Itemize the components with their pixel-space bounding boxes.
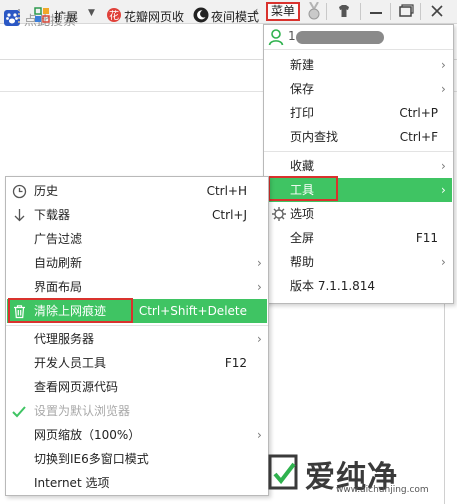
titlebar-divider (420, 3, 421, 20)
minimize-button[interactable] (362, 0, 390, 23)
close-button[interactable] (422, 0, 452, 23)
skin-button[interactable] (330, 0, 358, 23)
menu-item-label: 新建 (290, 58, 315, 72)
menu-item-save[interactable]: 保存 › (265, 77, 452, 101)
menu-item-label: 下载器 (34, 208, 71, 222)
menu-item-help[interactable]: 帮助 › (265, 250, 452, 274)
menu-item-label: 保存 (290, 82, 315, 96)
titlebar-divider (390, 3, 391, 20)
account-initial[interactable]: 1 (288, 29, 296, 43)
chevron-right-icon: › (441, 159, 446, 173)
chevron-right-icon: › (441, 255, 446, 269)
menu-item-shortcut: Ctrl+J (212, 208, 247, 222)
menu-item-version: 版本 7.1.1.814 (265, 274, 452, 298)
menu-item-favorites[interactable]: 收藏 › (265, 154, 452, 178)
chevron-right-icon: › (257, 428, 262, 442)
menu-item-label: 页内查找 (290, 130, 339, 144)
menu-item-downloader[interactable]: 下载器 Ctrl+J (7, 203, 267, 227)
huaban-bookmark[interactable]: 花瓣网页收 (124, 8, 184, 25)
menu-item-shortcut: F11 (415, 231, 438, 245)
menu-item-label: 界面布局 (34, 280, 83, 294)
chevron-right-icon: › (441, 58, 446, 72)
tools-submenu: 历史 Ctrl+H 下载器 Ctrl+J 广告过滤 自动刷新 › 界面布局 › … (5, 176, 269, 496)
menu-item-proxy[interactable]: 代理服务器 › (7, 327, 267, 351)
menu-item-view-source[interactable]: 查看网页源代码 (7, 375, 267, 399)
menu-item-shortcut: Ctrl+H (206, 184, 247, 198)
annotation-highlight-tools (268, 176, 338, 201)
shirt-icon (339, 5, 349, 17)
version-label: 版本 7.1.1.814 (290, 279, 376, 293)
extensions-icon (34, 7, 50, 23)
chevron-down-icon[interactable]: ▼ (88, 8, 95, 18)
extensions-button[interactable]: 扩展 (54, 8, 78, 25)
chevron-right-icon: › (257, 280, 262, 294)
chevron-right-icon: › (441, 183, 446, 197)
menu-item-ie6-mode[interactable]: 切换到IE6多窗口模式 (7, 447, 267, 471)
toolbar-grip[interactable] (18, 9, 20, 23)
menu-item-devtools[interactable]: 开发人员工具 F12 (7, 351, 267, 375)
menu-item-label: Internet 选项 (34, 476, 110, 490)
menu-item-internet-options[interactable]: Internet 选项 (7, 471, 267, 495)
menu-item-label: 切换到IE6多窗口模式 (34, 452, 149, 466)
menu-item-label: 设置为默认浏览器 (34, 404, 131, 418)
menu-item-options[interactable]: 选项 (265, 202, 452, 226)
menu-item-auto-refresh[interactable]: 自动刷新 › (7, 251, 267, 275)
menu-item-label: 收藏 (290, 159, 315, 173)
menu-item-label: 自动刷新 (34, 256, 83, 270)
menu-item-find[interactable]: 页内查找 Ctrl+F (265, 125, 452, 149)
menu-item-set-default: 设置为默认浏览器 (7, 399, 267, 423)
menu-separator (6, 325, 268, 326)
titlebar-divider (360, 3, 361, 20)
watermark-url: www.aichunjing.com (336, 485, 429, 495)
chevron-right-icon: › (441, 82, 446, 96)
menu-item-label: 历史 (34, 184, 59, 198)
menu-button[interactable]: 菜单 (266, 2, 300, 21)
menu-item-zoom[interactable]: 网页缩放（100%） › (7, 423, 267, 447)
huaban-icon: 花 (106, 7, 122, 23)
restore-icon (399, 4, 414, 17)
menu-item-label: 全屏 (290, 231, 315, 245)
main-menu: 1 新建 › 保存 › 打印 Ctrl+P 页内查找 Ctrl+F 收藏 › 工… (263, 24, 454, 304)
menu-item-label: 打印 (290, 106, 315, 120)
download-arrow-icon (12, 207, 27, 222)
watermark-logo (268, 452, 298, 492)
annotation-highlight-clear-traces (8, 298, 133, 323)
menu-item-label: 查看网页源代码 (34, 380, 119, 394)
user-icon[interactable] (268, 28, 284, 46)
menu-item-history[interactable]: 历史 Ctrl+H (7, 179, 267, 203)
titlebar-divider (326, 3, 327, 20)
account-name-redacted[interactable] (296, 31, 384, 44)
menu-item-fullscreen[interactable]: 全屏 F11 (265, 226, 452, 250)
minimize-icon (370, 12, 382, 14)
medal-icon[interactable] (306, 1, 322, 22)
menu-item-print[interactable]: 打印 Ctrl+P (265, 101, 452, 125)
clock-icon (12, 183, 27, 199)
gear-icon (271, 206, 287, 222)
menu-separator (264, 49, 453, 50)
chevron-right-icon: › (257, 332, 262, 346)
night-mode-icon (193, 7, 209, 23)
night-mode-button[interactable]: 夜间模式 (211, 8, 259, 25)
menu-item-label: 网页缩放（100%） (34, 428, 141, 442)
menu-item-label: 代理服务器 (34, 332, 95, 346)
maximize-button[interactable] (392, 0, 420, 23)
menu-item-shortcut: Ctrl+Shift+Delete (138, 304, 247, 318)
menu-item-label: 选项 (290, 207, 315, 221)
svg-text:花: 花 (109, 9, 119, 22)
chevron-right-icon: › (257, 256, 262, 270)
close-icon (431, 5, 443, 17)
menu-item-adblock[interactable]: 广告过滤 (7, 227, 267, 251)
menu-item-shortcut: F12 (224, 356, 247, 370)
menu-item-label: 帮助 (290, 255, 315, 269)
menu-item-shortcut: Ctrl+F (399, 130, 438, 144)
menu-item-layout[interactable]: 界面布局 › (7, 275, 267, 299)
menu-item-shortcut: Ctrl+P (399, 106, 438, 120)
menu-separator (264, 151, 453, 152)
menu-item-new[interactable]: 新建 › (265, 53, 452, 77)
menu-item-label: 开发人员工具 (34, 356, 107, 370)
menu-item-label: 广告过滤 (34, 232, 83, 246)
checkmark-icon (11, 403, 27, 418)
